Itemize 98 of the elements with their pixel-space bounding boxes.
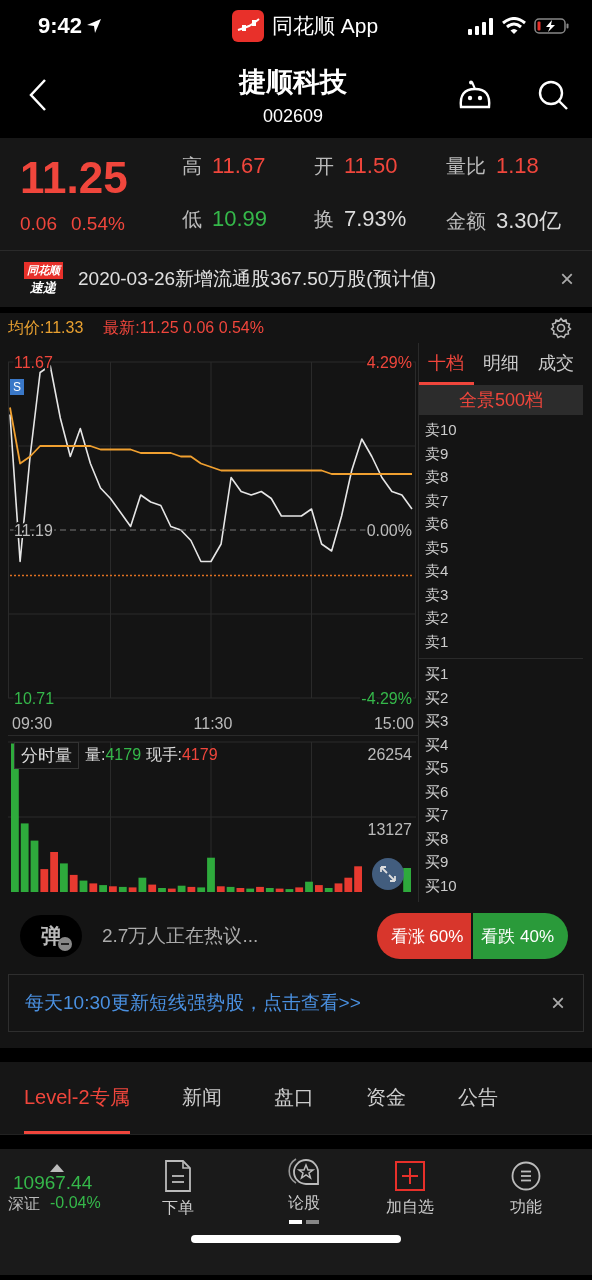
order-level-label: 卖1 [425,631,450,652]
document-icon [164,1159,192,1192]
order-level-label: 买8 [425,828,450,849]
danmaku-button[interactable]: 弹 [20,915,82,957]
time-label: 11:30 [193,715,233,733]
volume-bar [89,883,98,892]
volume-info: 量:4179 现手:4179 [85,745,218,765]
order-level-label: 卖6 [425,514,450,535]
app-name[interactable]: 同花顺 App [271,12,379,40]
stock-code: 002609 [262,105,324,127]
section-tab[interactable]: 新闻 [181,1062,222,1134]
order-level-label: 卖5 [425,537,450,558]
order-level-label: 买3 [425,711,450,732]
bearish-button[interactable]: 看跌 40% [473,913,568,959]
close-button[interactable]: × [551,989,565,1017]
search-icon[interactable] [538,80,568,110]
toolbar-button[interactable]: 功能 [491,1160,561,1218]
order-level-label: 卖10 [425,420,458,441]
badge-label: 同花顺 [23,261,63,279]
price-change: 0.06 [20,213,57,235]
back-icon[interactable] [28,78,48,112]
stat-label: 量比 [446,153,486,179]
up-triangle-icon [50,1163,64,1172]
order-level-label: 卖3 [425,584,450,605]
index-change: -0.04% [50,1193,101,1213]
wifi-icon [502,17,526,35]
order-level-label: 卖2 [425,608,450,629]
toolbar-button[interactable]: 论股 [269,1154,339,1224]
stat-label: 高 [182,153,202,179]
order-level-label: 买2 [425,687,450,708]
order-level-label: 卖7 [425,490,450,511]
order-level-label: 卖8 [425,467,450,488]
stat-value: 3.30亿 [496,206,561,235]
order-level-label: 买6 [425,781,450,802]
signal-icon [468,17,494,35]
expand-button[interactable] [372,858,404,890]
axis-label: 26254 [367,746,412,763]
time-label: 09:30 [12,715,53,733]
stat-value: 11.67 [212,152,266,179]
order-level-label: 买4 [425,734,450,755]
robot-icon[interactable] [458,80,492,110]
toolbar-button[interactable]: 加自选 [375,1160,445,1218]
signal-badge[interactable]: S [10,379,24,395]
minus-icon [58,937,72,951]
close-button[interactable]: × [560,265,574,293]
news-headline[interactable]: 2020-03-26新增流通股367.50万股(预计值) [78,266,560,292]
axis-label: 13127 [367,821,412,838]
toolbar-button[interactable]: 下单 [143,1159,213,1219]
battery-icon [534,17,570,35]
axis-label: 0.00% [366,521,412,539]
order-level-label: 买5 [425,758,450,779]
order-level-label: 买10 [425,875,458,896]
axis-label: 10.71 [14,689,55,707]
index-name: 深证 [8,1193,40,1214]
volume-bar [403,868,411,892]
location-arrow-icon [86,18,103,34]
section-tab[interactable]: 资金 [365,1062,406,1134]
order-level-label: 卖9 [425,443,450,464]
last-price: 11.25 [20,153,129,203]
settings-icon[interactable] [550,317,572,339]
order-level-label: 买9 [425,852,450,873]
section-tab[interactable]: 盘口 [273,1062,314,1134]
clock-time: 9:42 [38,13,83,39]
latest-price: 最新:11.25 0.06 0.54% [103,317,265,338]
page-dots-icon [289,1219,319,1224]
depth-tab[interactable]: 成交 [528,343,583,385]
axis-label: -4.29% [361,689,412,707]
depth-tab[interactable]: 明细 [473,343,529,385]
average-price: 均价:11.33 [8,317,84,338]
stat-value: 1.18 [496,152,539,179]
axis-label: 11.67 [14,353,53,371]
badge-text: 速递 [30,278,56,297]
discussion-count[interactable]: 2.7万人正在热议... [102,923,377,949]
order-level-label: 卖4 [425,561,450,582]
order-level-label: 买1 [425,664,450,685]
time-label: 15:00 [373,715,414,733]
order-level-label: 买7 [425,805,450,826]
section-tab[interactable]: Level-2专属 [24,1062,130,1134]
stat-label: 开 [314,153,334,179]
stat-value: 7.93% [344,205,407,232]
percent-change: 0.54% [71,213,125,235]
full-depth-button[interactable]: 全景500档 [419,385,583,415]
indicator-selector[interactable]: 分时量 [14,742,79,769]
stat-label: 金额 [446,208,486,234]
index-value: 10967.44 [13,1171,93,1194]
stock-name: 捷顺科技 [239,65,347,99]
plus-square-icon [395,1160,425,1191]
stat-value: 11.50 [344,152,398,179]
stat-label: 低 [182,206,202,232]
menu-icon [511,1160,541,1191]
axis-label: 4.29% [366,353,412,371]
section-tab[interactable]: 公告 [457,1062,498,1134]
stat-value: 10.99 [212,205,268,232]
promo-link[interactable]: 每天10:30更新短线强势股，点击查看>> [25,990,551,1016]
app-logo-icon [231,10,264,42]
stat-label: 换 [314,206,334,232]
bullish-button[interactable]: 看涨 60% [376,913,472,959]
index-ticker[interactable]: 10967.44 深证 -0.04% [8,1163,101,1215]
